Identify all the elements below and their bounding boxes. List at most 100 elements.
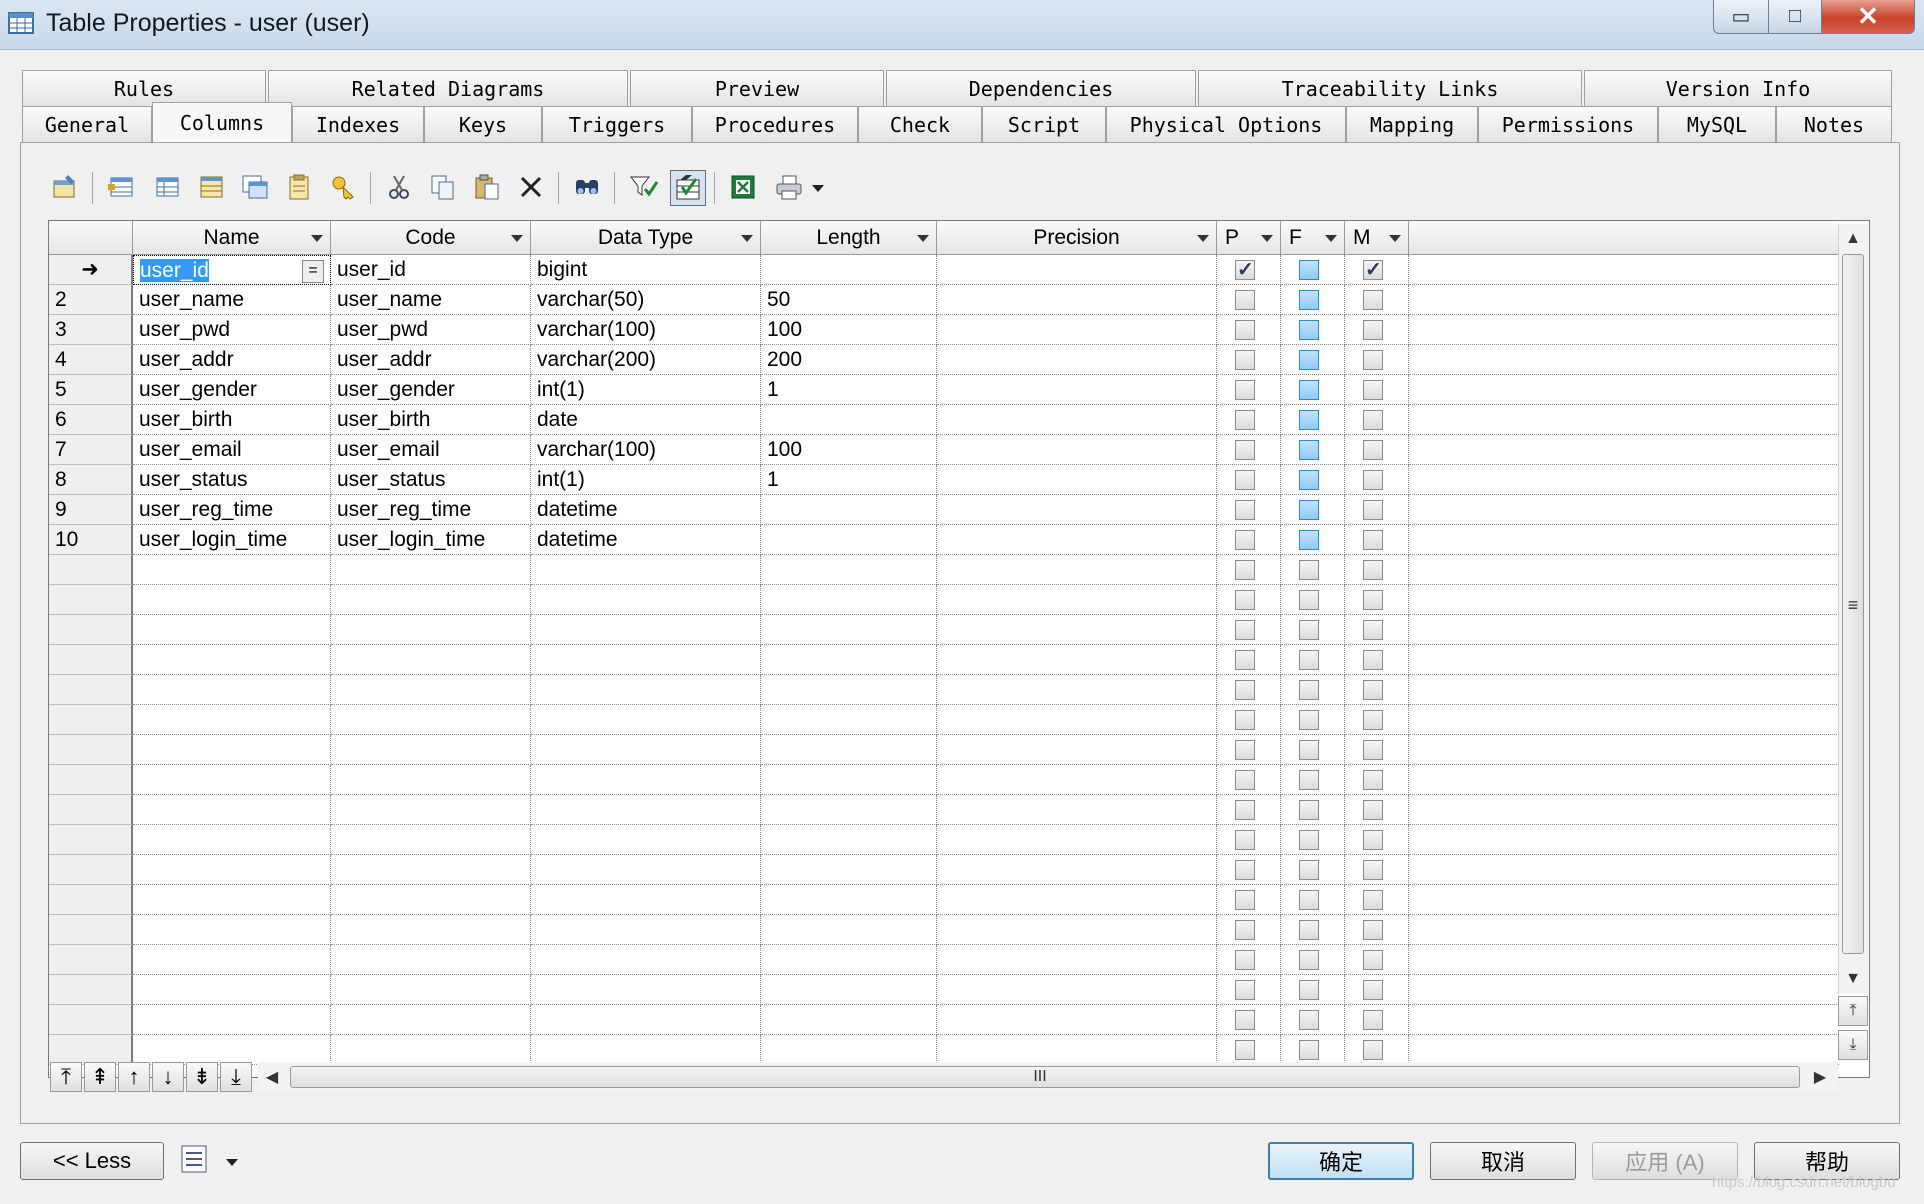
cell-length[interactable] (761, 945, 937, 975)
cell-name[interactable] (133, 975, 331, 1005)
cell-name[interactable]: user_login_time (133, 525, 331, 555)
cell-name[interactable]: user_birth (133, 405, 331, 435)
foreign-checkbox[interactable] (1299, 470, 1319, 490)
column-header-mandatory[interactable]: M (1345, 221, 1409, 255)
cell-type[interactable]: date (531, 405, 761, 435)
cell-type[interactable] (531, 615, 761, 645)
cell-name[interactable] (133, 915, 331, 945)
mandatory-checkbox[interactable] (1363, 470, 1383, 490)
primary-checkbox[interactable] (1235, 1010, 1255, 1030)
primary-checkbox[interactable] (1235, 650, 1255, 670)
cell-code[interactable] (331, 915, 531, 945)
paste-attribute-icon[interactable] (282, 170, 316, 204)
mandatory-checkbox[interactable] (1363, 860, 1383, 880)
cell-code[interactable]: user_name (331, 285, 531, 315)
cell-length[interactable] (761, 795, 937, 825)
current-row-arrow-icon[interactable]: ➜ (49, 255, 133, 285)
cell-code[interactable]: user_addr (331, 345, 531, 375)
row-number[interactable] (49, 765, 133, 795)
cell-length[interactable] (761, 705, 937, 735)
row-number[interactable] (49, 885, 133, 915)
cell-code[interactable] (331, 615, 531, 645)
foreign-checkbox[interactable] (1299, 500, 1319, 520)
cell-precision[interactable] (937, 255, 1217, 285)
move-page-down-icon[interactable]: ⇟ (186, 1062, 218, 1092)
mandatory-checkbox[interactable] (1363, 440, 1383, 460)
mandatory-checkbox[interactable] (1363, 530, 1383, 550)
cell-length[interactable]: 100 (761, 315, 937, 345)
primary-checkbox[interactable] (1235, 257, 1255, 282)
tab-rules[interactable]: Rules (22, 70, 266, 106)
cell-name[interactable] (133, 735, 331, 765)
column-header-foreign[interactable]: F (1281, 221, 1345, 255)
primary-checkbox[interactable] (1235, 530, 1255, 550)
cell-length[interactable] (761, 645, 937, 675)
cell-name[interactable] (133, 1005, 331, 1035)
cell-code[interactable] (331, 1035, 531, 1065)
row-number[interactable] (49, 915, 133, 945)
mandatory-checkbox[interactable] (1363, 350, 1383, 370)
row-number[interactable] (49, 795, 133, 825)
foreign-checkbox[interactable] (1299, 980, 1319, 1000)
chevron-down-icon[interactable] (1258, 229, 1276, 247)
tab-dependencies[interactable]: Dependencies (886, 70, 1196, 106)
scroll-page-down-icon[interactable]: ⤓ (1838, 1030, 1868, 1060)
primary-checkbox[interactable] (1235, 410, 1255, 430)
cell-name[interactable] (133, 825, 331, 855)
cell-length[interactable] (761, 1005, 937, 1035)
foreign-checkbox[interactable] (1299, 680, 1319, 700)
cell-code[interactable] (331, 555, 531, 585)
column-header-data-type[interactable]: Data Type (531, 221, 761, 255)
primary-checkbox[interactable] (1235, 350, 1255, 370)
foreign-checkbox[interactable] (1299, 350, 1319, 370)
row-number[interactable]: 2 (49, 285, 133, 315)
cell-code[interactable]: user_login_time (331, 525, 531, 555)
row-number[interactable] (49, 735, 133, 765)
cell-name[interactable] (133, 705, 331, 735)
scroll-right-icon[interactable]: ▶ (1808, 1064, 1832, 1090)
cancel-button[interactable]: 取消 (1430, 1142, 1576, 1180)
column-header-name[interactable]: Name (133, 221, 331, 255)
move-down-icon[interactable]: ↓ (152, 1062, 184, 1092)
cell-name[interactable]: user_addr (133, 345, 331, 375)
chevron-down-icon[interactable] (738, 229, 756, 247)
customize-columns-icon[interactable] (670, 170, 706, 206)
foreign-checkbox[interactable] (1299, 740, 1319, 760)
primary-checkbox[interactable] (1235, 290, 1255, 310)
cell-precision[interactable] (937, 825, 1217, 855)
tab-procedures[interactable]: Procedures (692, 106, 858, 142)
mandatory-checkbox[interactable] (1363, 680, 1383, 700)
cell-length[interactable] (761, 405, 937, 435)
cell-precision[interactable] (937, 315, 1217, 345)
chevron-down-icon[interactable] (508, 229, 526, 247)
primary-checkbox[interactable] (1235, 680, 1255, 700)
cell-precision[interactable] (937, 945, 1217, 975)
move-up-icon[interactable]: ↑ (118, 1062, 150, 1092)
add-attribute-icon[interactable] (194, 170, 228, 204)
cell-length[interactable] (761, 915, 937, 945)
cell-precision[interactable] (937, 915, 1217, 945)
row-number[interactable] (49, 1035, 133, 1065)
row-number[interactable] (49, 975, 133, 1005)
cell-type[interactable] (531, 885, 761, 915)
primary-checkbox[interactable] (1235, 950, 1255, 970)
foreign-checkbox[interactable] (1299, 260, 1319, 280)
cell-code[interactable] (331, 765, 531, 795)
cell-precision[interactable] (937, 705, 1217, 735)
tab-permissions[interactable]: Permissions (1478, 106, 1658, 142)
mandatory-checkbox[interactable] (1363, 590, 1383, 610)
move-bottom-icon[interactable]: ⤓ (220, 1062, 252, 1092)
properties-icon[interactable] (48, 170, 82, 204)
cell-code[interactable]: user_status (331, 465, 531, 495)
cell-name[interactable]: user_gender (133, 375, 331, 405)
delete-icon[interactable] (514, 170, 548, 204)
cell-ellipsis-button[interactable]: = (302, 260, 324, 283)
cell-length[interactable] (761, 975, 937, 1005)
cell-code[interactable] (331, 975, 531, 1005)
cell-code[interactable] (331, 1005, 531, 1035)
mandatory-checkbox[interactable] (1363, 257, 1383, 282)
cell-length[interactable]: 1 (761, 375, 937, 405)
mandatory-checkbox[interactable] (1363, 710, 1383, 730)
cell-name[interactable] (133, 945, 331, 975)
row-number[interactable] (49, 1005, 133, 1035)
